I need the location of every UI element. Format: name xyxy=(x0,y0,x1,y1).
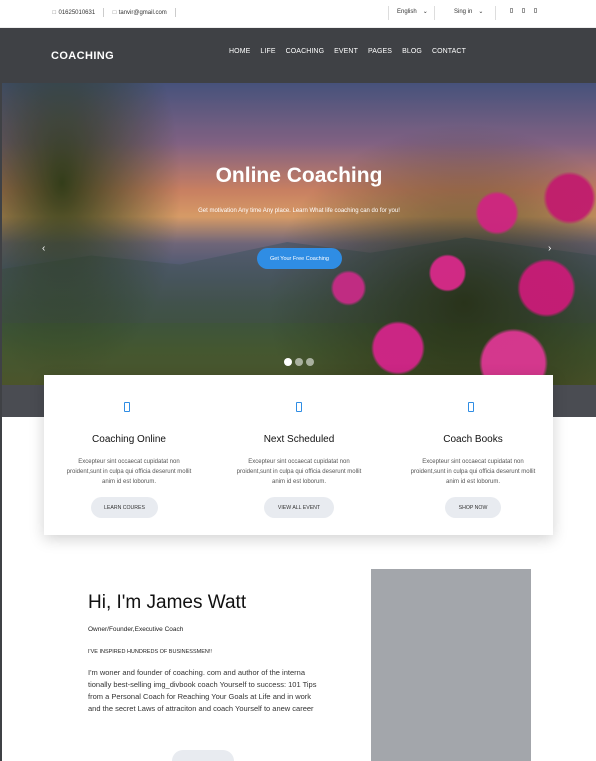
instagram-icon[interactable] xyxy=(534,8,537,13)
card-title: Coach Books xyxy=(443,434,503,445)
hero-title: Online Coaching xyxy=(215,164,383,187)
twitter-icon[interactable] xyxy=(522,8,525,13)
signin-label: Sing in xyxy=(454,8,473,15)
nav-menu: HOME LIFE COACHING EVENT PAGES BLOG CONT… xyxy=(229,48,466,55)
brand-logo[interactable]: COACHING xyxy=(51,50,114,62)
card-title: Next Scheduled xyxy=(263,434,335,445)
nav-item-event[interactable]: EVENT xyxy=(334,48,358,55)
hero-slider: Online Coaching Get motivation Any time … xyxy=(2,83,596,417)
learn-courses-button[interactable]: LEARN COURES xyxy=(91,497,158,518)
about-role: Owner/Founder,Executive Coach xyxy=(88,626,184,633)
shop-now-button[interactable]: SHOP NOW xyxy=(445,497,501,518)
slider-prev-icon[interactable]: ‹ xyxy=(42,243,45,254)
feature-card: Next Scheduled Excepteur sint occaecat c… xyxy=(214,375,384,535)
nav-item-pages[interactable]: PAGES xyxy=(368,48,392,55)
main-navbar: COACHING HOME LIFE COACHING EVENT PAGES … xyxy=(0,28,596,83)
signin-select[interactable]: Sing in ⌄ xyxy=(454,8,484,16)
calendar-icon xyxy=(296,402,302,412)
book-icon xyxy=(468,402,474,412)
slider-dot[interactable] xyxy=(295,358,303,366)
feature-cards: Coaching Online Excepteur sint occaecat … xyxy=(44,375,553,535)
about-image xyxy=(371,569,531,761)
social-links xyxy=(510,8,537,13)
slider-next-icon[interactable]: › xyxy=(548,243,551,254)
facebook-icon[interactable] xyxy=(510,8,513,13)
chevron-down-icon: ⌄ xyxy=(422,9,428,15)
feature-card: Coach Books Excepteur sint occaecat cupi… xyxy=(388,375,558,535)
nav-item-contact[interactable]: CONTACT xyxy=(432,48,466,55)
divider xyxy=(388,6,389,20)
about-tagline: I'VE INSPIRED HUNDREDS OF BUSINESSMEN!! xyxy=(88,649,212,655)
about-title: Hi, I'm James Watt xyxy=(88,592,247,613)
monitor-icon xyxy=(124,402,130,412)
email-address[interactable]: tanvir@gmail.com xyxy=(119,10,167,16)
view-all-event-button[interactable]: VIEW ALL EVENT xyxy=(264,497,334,518)
language-select[interactable]: English ⌄ xyxy=(397,8,428,16)
hero-subtitle: Get motivation Any time Any place. Learn… xyxy=(198,208,400,214)
free-coaching-button[interactable]: Get Your Free Coaching xyxy=(257,248,342,269)
divider xyxy=(495,6,496,20)
slider-dots xyxy=(284,358,314,366)
nav-item-life[interactable]: LIFE xyxy=(260,48,275,55)
phone-number[interactable]: 01625010631 xyxy=(58,10,95,16)
nav-item-home[interactable]: HOME xyxy=(229,48,250,55)
about-button[interactable] xyxy=(172,750,234,761)
slider-dot[interactable] xyxy=(306,358,314,366)
phone-icon: ☐ xyxy=(52,9,57,16)
card-text: Excepteur sint occaecat cupidatat non pr… xyxy=(66,459,192,485)
divider xyxy=(434,6,435,20)
slider-dot[interactable] xyxy=(284,358,292,366)
card-title: Coaching Online xyxy=(92,434,166,445)
mail-icon: ☐ xyxy=(112,9,117,16)
about-text: I'm woner and founder of coaching. com a… xyxy=(88,668,317,713)
feature-card: Coaching Online Excepteur sint occaecat … xyxy=(44,375,214,535)
chevron-down-icon: ⌄ xyxy=(478,9,484,15)
divider xyxy=(174,8,176,17)
top-bar: ☐ 01625010631 ☐ tanvir@gmail.com English… xyxy=(0,0,596,28)
contact-info: ☐ 01625010631 ☐ tanvir@gmail.com xyxy=(52,8,184,17)
card-text: Excepteur sint occaecat cupidatat non pr… xyxy=(236,459,362,485)
divider xyxy=(103,8,105,17)
language-label: English xyxy=(397,8,417,15)
nav-item-coaching[interactable]: COACHING xyxy=(286,48,325,55)
card-text: Excepteur sint occaecat cupidatat non pr… xyxy=(410,459,536,485)
nav-item-blog[interactable]: BLOG xyxy=(402,48,422,55)
